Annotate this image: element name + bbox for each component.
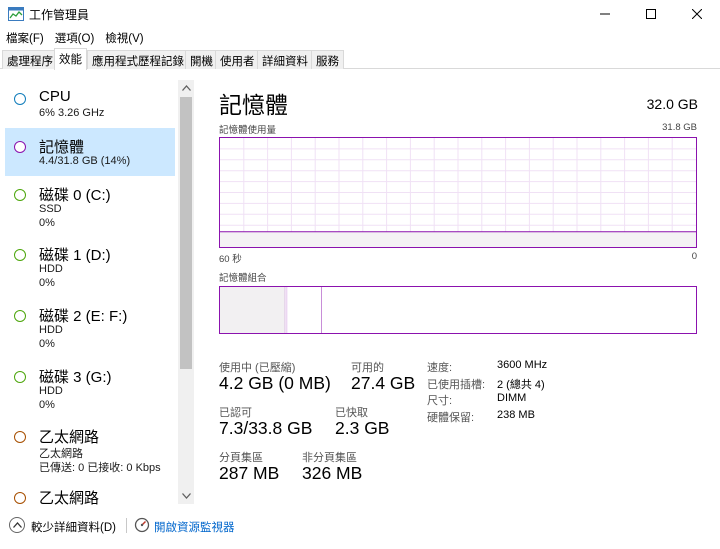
sidebar-item-label: 磁碟 2 (E: F:) bbox=[39, 308, 128, 325]
close-icon bbox=[692, 9, 702, 19]
disk-indicator-icon bbox=[14, 371, 26, 383]
form-factor-value: DIMM bbox=[497, 392, 527, 404]
sidebar-item-detail: SSD bbox=[39, 203, 62, 215]
scroll-thumb[interactable] bbox=[180, 97, 192, 369]
sidebar-item-detail: 已傳送: 0 已接收: 0 Kbps bbox=[39, 462, 161, 474]
composition-in-use bbox=[220, 287, 286, 333]
cpu-indicator-icon bbox=[14, 93, 26, 105]
minimize-icon bbox=[600, 13, 610, 15]
sidebar-item-ethernet-2[interactable]: 乙太網路 bbox=[5, 479, 175, 505]
memory-composition-chart bbox=[220, 287, 322, 333]
total-memory: 32.0 GB bbox=[646, 96, 698, 112]
available-value: 27.4 GB bbox=[351, 373, 416, 393]
sidebar-item-detail: 6% 3.26 GHz bbox=[39, 107, 105, 119]
sidebar-item-disk-2[interactable]: 磁碟 2 (E: F:) HDD 0% bbox=[5, 297, 175, 355]
tab-strip: 處理程序 效能 應用程式歷程記錄 開機 使用者 詳細資料 服務 bbox=[0, 48, 720, 70]
ethernet-indicator-icon bbox=[14, 431, 26, 443]
memory-composition-bar bbox=[219, 286, 697, 334]
sidebar-scrollbar[interactable] bbox=[178, 80, 194, 504]
resource-list: CPU 6% 3.26 GHz 記憶體 4.4/31.8 GB (14%) 磁碟… bbox=[0, 78, 194, 505]
hardware-reserved-label: 硬體保留: bbox=[427, 412, 475, 424]
usage-area bbox=[220, 231, 696, 247]
paged-pool-value: 287 MB bbox=[219, 463, 280, 483]
menu-bar: 檔案(F) 選項(O) 檢視(V) bbox=[0, 28, 720, 47]
committed-value: 7.3/33.8 GB bbox=[219, 418, 313, 438]
maximize-icon bbox=[646, 9, 656, 19]
composition-label: 記憶體組合 bbox=[219, 273, 267, 284]
sidebar-item-detail: 0% bbox=[39, 399, 55, 411]
composition-standby bbox=[287, 287, 322, 333]
open-resource-monitor-link[interactable]: 開啟資源監視器 bbox=[154, 519, 235, 535]
scroll-down-button[interactable] bbox=[178, 488, 194, 504]
tab-app-history[interactable]: 應用程式歷程記錄 bbox=[87, 50, 189, 69]
sidebar-item-disk-3[interactable]: 磁碟 3 (G:) HDD 0% bbox=[5, 358, 175, 416]
footer-divider bbox=[126, 518, 127, 533]
time-axis-end: 0 bbox=[691, 251, 697, 262]
menu-options[interactable]: 選項(O) bbox=[49, 28, 100, 47]
sidebar-item-detail: 0% bbox=[39, 338, 55, 350]
cached-value: 2.3 GB bbox=[335, 418, 390, 438]
memory-usage-chart bbox=[220, 138, 696, 247]
form-factor-label: 尺寸: bbox=[427, 395, 453, 407]
chevron-down-icon bbox=[181, 493, 191, 499]
fewer-details-button[interactable] bbox=[9, 517, 25, 533]
disk-indicator-icon bbox=[14, 189, 26, 201]
disk-indicator-icon bbox=[14, 310, 26, 322]
task-manager-icon bbox=[8, 7, 24, 21]
page-title: 記憶體 bbox=[219, 92, 288, 118]
sidebar-item-detail: HDD bbox=[39, 263, 63, 275]
usage-graph-label: 記憶體使用量 bbox=[219, 125, 277, 136]
tab-performance[interactable]: 效能 bbox=[54, 48, 87, 70]
sidebar-item-detail: HDD bbox=[39, 324, 63, 336]
sidebar-item-detail: 0% bbox=[39, 277, 55, 289]
disk-indicator-icon bbox=[14, 249, 26, 261]
sidebar-item-disk-1[interactable]: 磁碟 1 (D:) HDD 0% bbox=[5, 236, 175, 294]
sidebar-item-memory[interactable]: 記憶體 4.4/31.8 GB (14%) bbox=[5, 128, 175, 176]
sidebar-item-cpu[interactable]: CPU 6% 3.26 GHz bbox=[5, 80, 175, 128]
hardware-reserved-value: 238 MB bbox=[497, 409, 535, 421]
ethernet-indicator-icon bbox=[14, 492, 26, 504]
close-button[interactable] bbox=[674, 0, 720, 28]
tab-services[interactable]: 服務 bbox=[311, 50, 344, 69]
sidebar-item-label: 磁碟 3 (G:) bbox=[39, 369, 112, 386]
sidebar-item-label: CPU bbox=[39, 88, 71, 105]
time-axis-start: 60 秒 bbox=[219, 254, 242, 265]
memory-usage-graph bbox=[219, 137, 697, 248]
tab-details[interactable]: 詳細資料 bbox=[257, 50, 313, 69]
sidebar-item-label: 乙太網路 bbox=[39, 429, 100, 446]
window-title: 工作管理員 bbox=[29, 8, 90, 22]
tab-users[interactable]: 使用者 bbox=[215, 50, 260, 69]
slots-label: 已使用插槽: bbox=[427, 379, 486, 391]
sidebar-item-label: 磁碟 0 (C:) bbox=[39, 187, 111, 204]
minimize-button[interactable] bbox=[582, 0, 628, 28]
sidebar-item-disk-0[interactable]: 磁碟 0 (C:) SSD 0% bbox=[5, 176, 175, 234]
sidebar-item-detail: 4.4/31.8 GB (14%) bbox=[39, 155, 131, 167]
sidebar-item-detail: 0% bbox=[39, 217, 55, 229]
nonpaged-pool-value: 326 MB bbox=[302, 463, 363, 483]
menu-view[interactable]: 檢視(V) bbox=[99, 28, 148, 47]
slots-value: 2 (總共 4) bbox=[497, 379, 545, 391]
title-bar[interactable]: 工作管理員 bbox=[0, 0, 720, 28]
speed-value: 3600 MHz bbox=[497, 359, 548, 371]
memory-indicator-icon bbox=[14, 141, 26, 153]
usage-graph-max: 31.8 GB bbox=[662, 122, 697, 133]
maximize-button[interactable] bbox=[628, 0, 674, 28]
sidebar-item-detail: HDD bbox=[39, 385, 63, 397]
chevron-up-icon bbox=[181, 85, 191, 91]
fewer-details-label[interactable]: 較少詳細資料(D) bbox=[31, 519, 116, 535]
tab-startup[interactable]: 開機 bbox=[185, 50, 218, 69]
sidebar-item-label: 乙太網路 bbox=[39, 490, 100, 505]
menu-file[interactable]: 檔案(F) bbox=[0, 28, 49, 47]
speed-label: 速度: bbox=[427, 362, 453, 374]
sidebar-item-ethernet[interactable]: 乙太網路 乙太網路 已傳送: 0 已接收: 0 Kbps bbox=[5, 418, 175, 476]
chevron-up-icon bbox=[12, 522, 22, 528]
resource-monitor-icon bbox=[134, 517, 150, 533]
sidebar-item-label: 記憶體 bbox=[39, 139, 85, 156]
footer: 較少詳細資料(D) 開啟資源監視器 bbox=[0, 505, 720, 549]
scroll-up-button[interactable] bbox=[178, 80, 194, 96]
sidebar-item-label: 磁碟 1 (D:) bbox=[39, 247, 111, 264]
tab-processes[interactable]: 處理程序 bbox=[2, 50, 58, 69]
in-use-value: 4.2 GB (0 MB) bbox=[219, 373, 331, 393]
